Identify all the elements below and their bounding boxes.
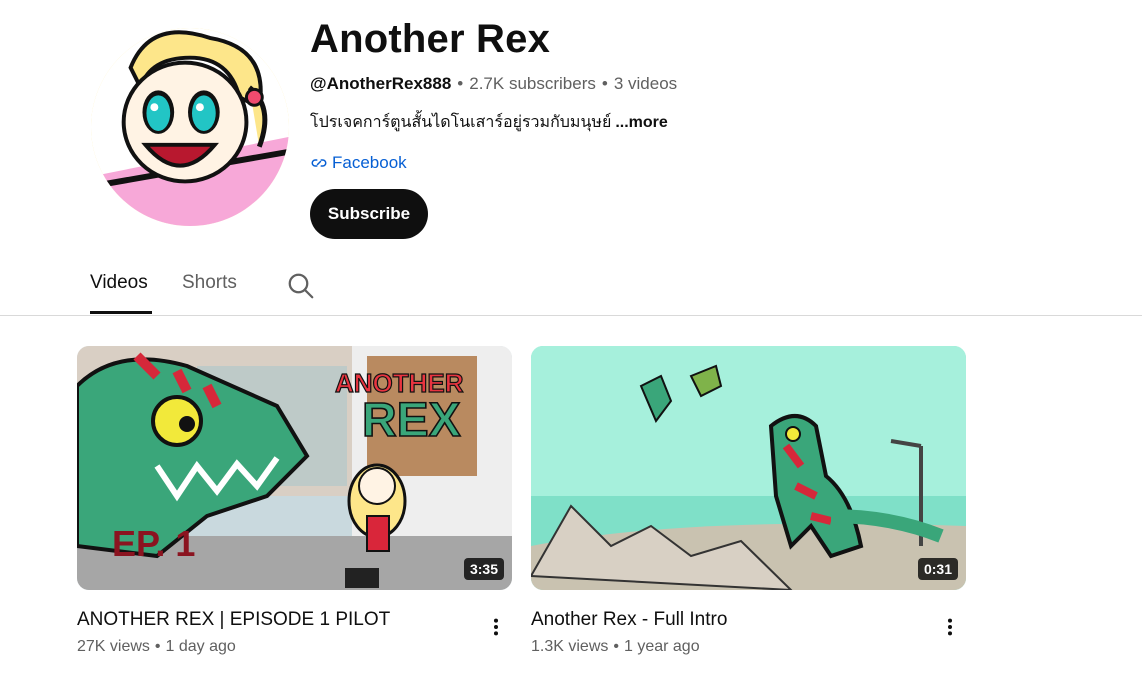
thumbnail-episode-text: EP. 1 [112,523,195,564]
meta-separator: • [613,638,619,655]
channel-tabs: Videos Shorts [0,262,1142,316]
channel-avatar[interactable] [91,28,289,226]
video-views: 27K views [77,638,150,655]
meta-separator: • [457,74,464,93]
video-card[interactable]: EP. 1 ANOTHER REX 3:35 ANOTHER REX | EPI… [77,346,512,656]
video-age: 1 year ago [623,638,700,655]
subscriber-count: 2.7K subscribers [469,74,596,93]
search-icon[interactable] [286,271,316,301]
channel-title: Another Rex [310,17,551,61]
thumbnail-illustration: EP. 1 ANOTHER REX [77,346,512,590]
meta-separator: • [601,74,608,93]
tab-videos[interactable]: Videos [90,272,148,294]
video-duration: 0:31 [917,558,958,580]
facebook-link-label: Facebook [332,153,407,172]
meta-separator: • [154,638,161,655]
more-vert-icon [947,618,953,636]
video-meta: 1.3K views • 1 year ago [531,638,966,656]
video-meta: 27K views • 1 day ago [77,638,512,656]
video-age: 1 day ago [165,638,236,655]
subscribe-button[interactable]: Subscribe [310,189,428,239]
description-more-button[interactable]: ...more [615,114,667,132]
video-count: 3 videos [613,74,678,93]
link-icon [311,159,327,167]
facebook-link[interactable]: Facebook [310,153,677,173]
video-duration: 3:35 [463,558,504,580]
video-menu-button[interactable] [938,612,962,642]
video-thumbnail[interactable]: EP. 1 ANOTHER REX 3:35 [77,346,512,590]
video-thumbnail[interactable]: 0:31 [531,346,966,590]
avatar-illustration [91,28,289,226]
more-vert-icon [493,618,499,636]
channel-description[interactable]: โปรเจคการ์ตูนสั้นไดโนเสาร์อยู่รวมกับมนุษ… [310,110,677,135]
video-views: 1.3K views [531,638,609,655]
video-title[interactable]: ANOTHER REX | EPISODE 1 PILOT [77,608,512,632]
description-text: โปรเจคการ์ตูนสั้นไดโนเสาร์อยู่รวมกับมนุษ… [310,114,612,131]
video-card[interactable]: 0:31 Another Rex - Full Intro 1.3K views… [531,346,966,656]
thumbnail-logo-line2: REX [362,394,461,447]
active-tab-indicator [90,311,152,314]
thumbnail-illustration [531,346,966,590]
video-menu-button[interactable] [484,612,508,642]
channel-handle: @AnotherRex888 [310,74,452,93]
channel-meta: @AnotherRex888 • 2.7K subscribers • 3 vi… [310,74,677,94]
tab-shorts[interactable]: Shorts [182,272,237,294]
video-title[interactable]: Another Rex - Full Intro [531,608,966,632]
channel-info: Another Rex @AnotherRex888 • 2.7K subscr… [310,14,677,239]
